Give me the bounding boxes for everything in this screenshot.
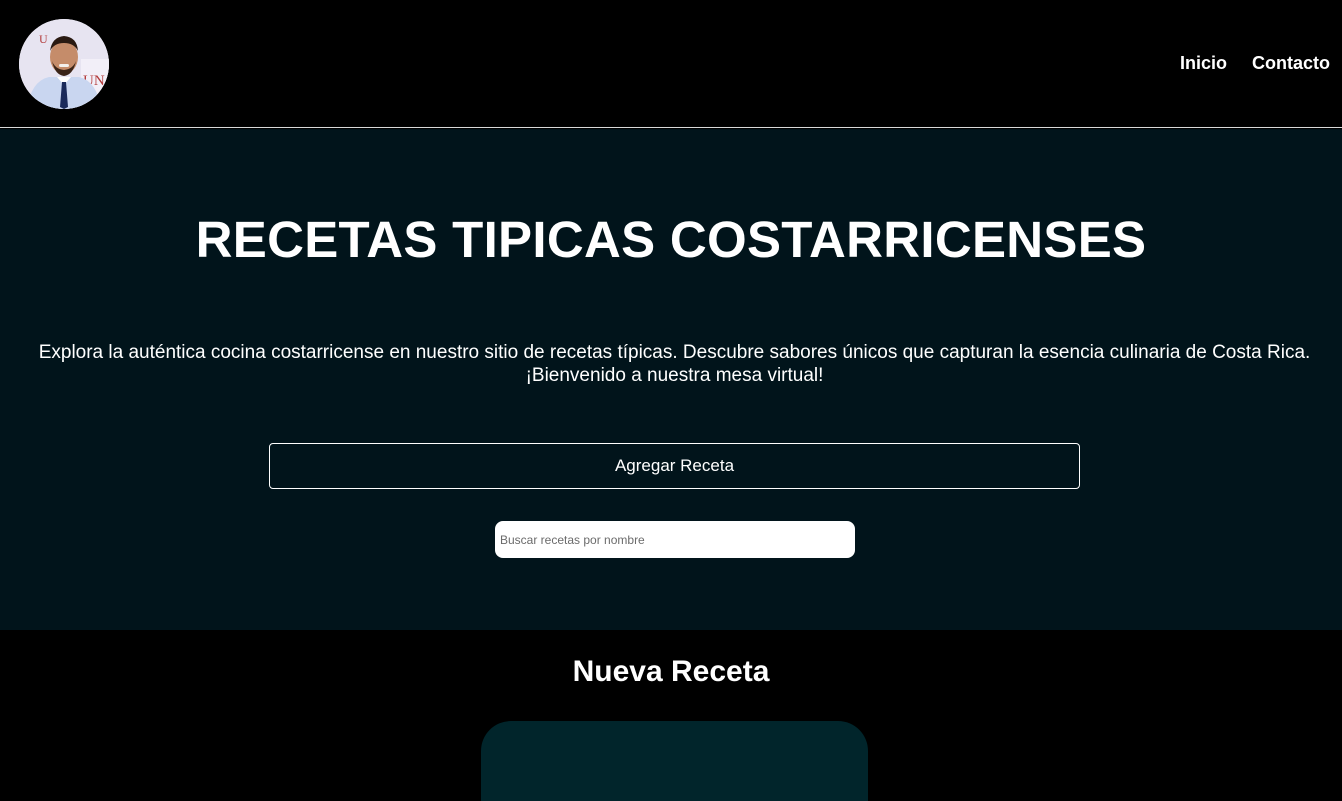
main-nav: Inicio Contacto: [1180, 52, 1330, 74]
avatar-photo: UN U: [19, 19, 109, 109]
hero-description: Explora la auténtica cocina costarricens…: [38, 342, 1311, 386]
new-recipe-form-card: [481, 721, 868, 801]
site-header: UN U Inicio Contacto: [0, 0, 1342, 128]
nav-link-inicio[interactable]: Inicio: [1180, 52, 1227, 74]
hero-section: RECETAS TIPICAS COSTARRICENSES Explora l…: [0, 129, 1342, 630]
svg-text:U: U: [39, 32, 48, 46]
avatar[interactable]: UN U: [19, 19, 109, 109]
new-recipe-title: Nueva Receta: [572, 655, 770, 688]
add-recipe-button[interactable]: Agregar Receta: [269, 443, 1080, 489]
nav-link-contacto[interactable]: Contacto: [1252, 52, 1330, 74]
page-title: RECETAS TIPICAS COSTARRICENSES: [195, 211, 1147, 268]
search-input[interactable]: [495, 521, 855, 558]
